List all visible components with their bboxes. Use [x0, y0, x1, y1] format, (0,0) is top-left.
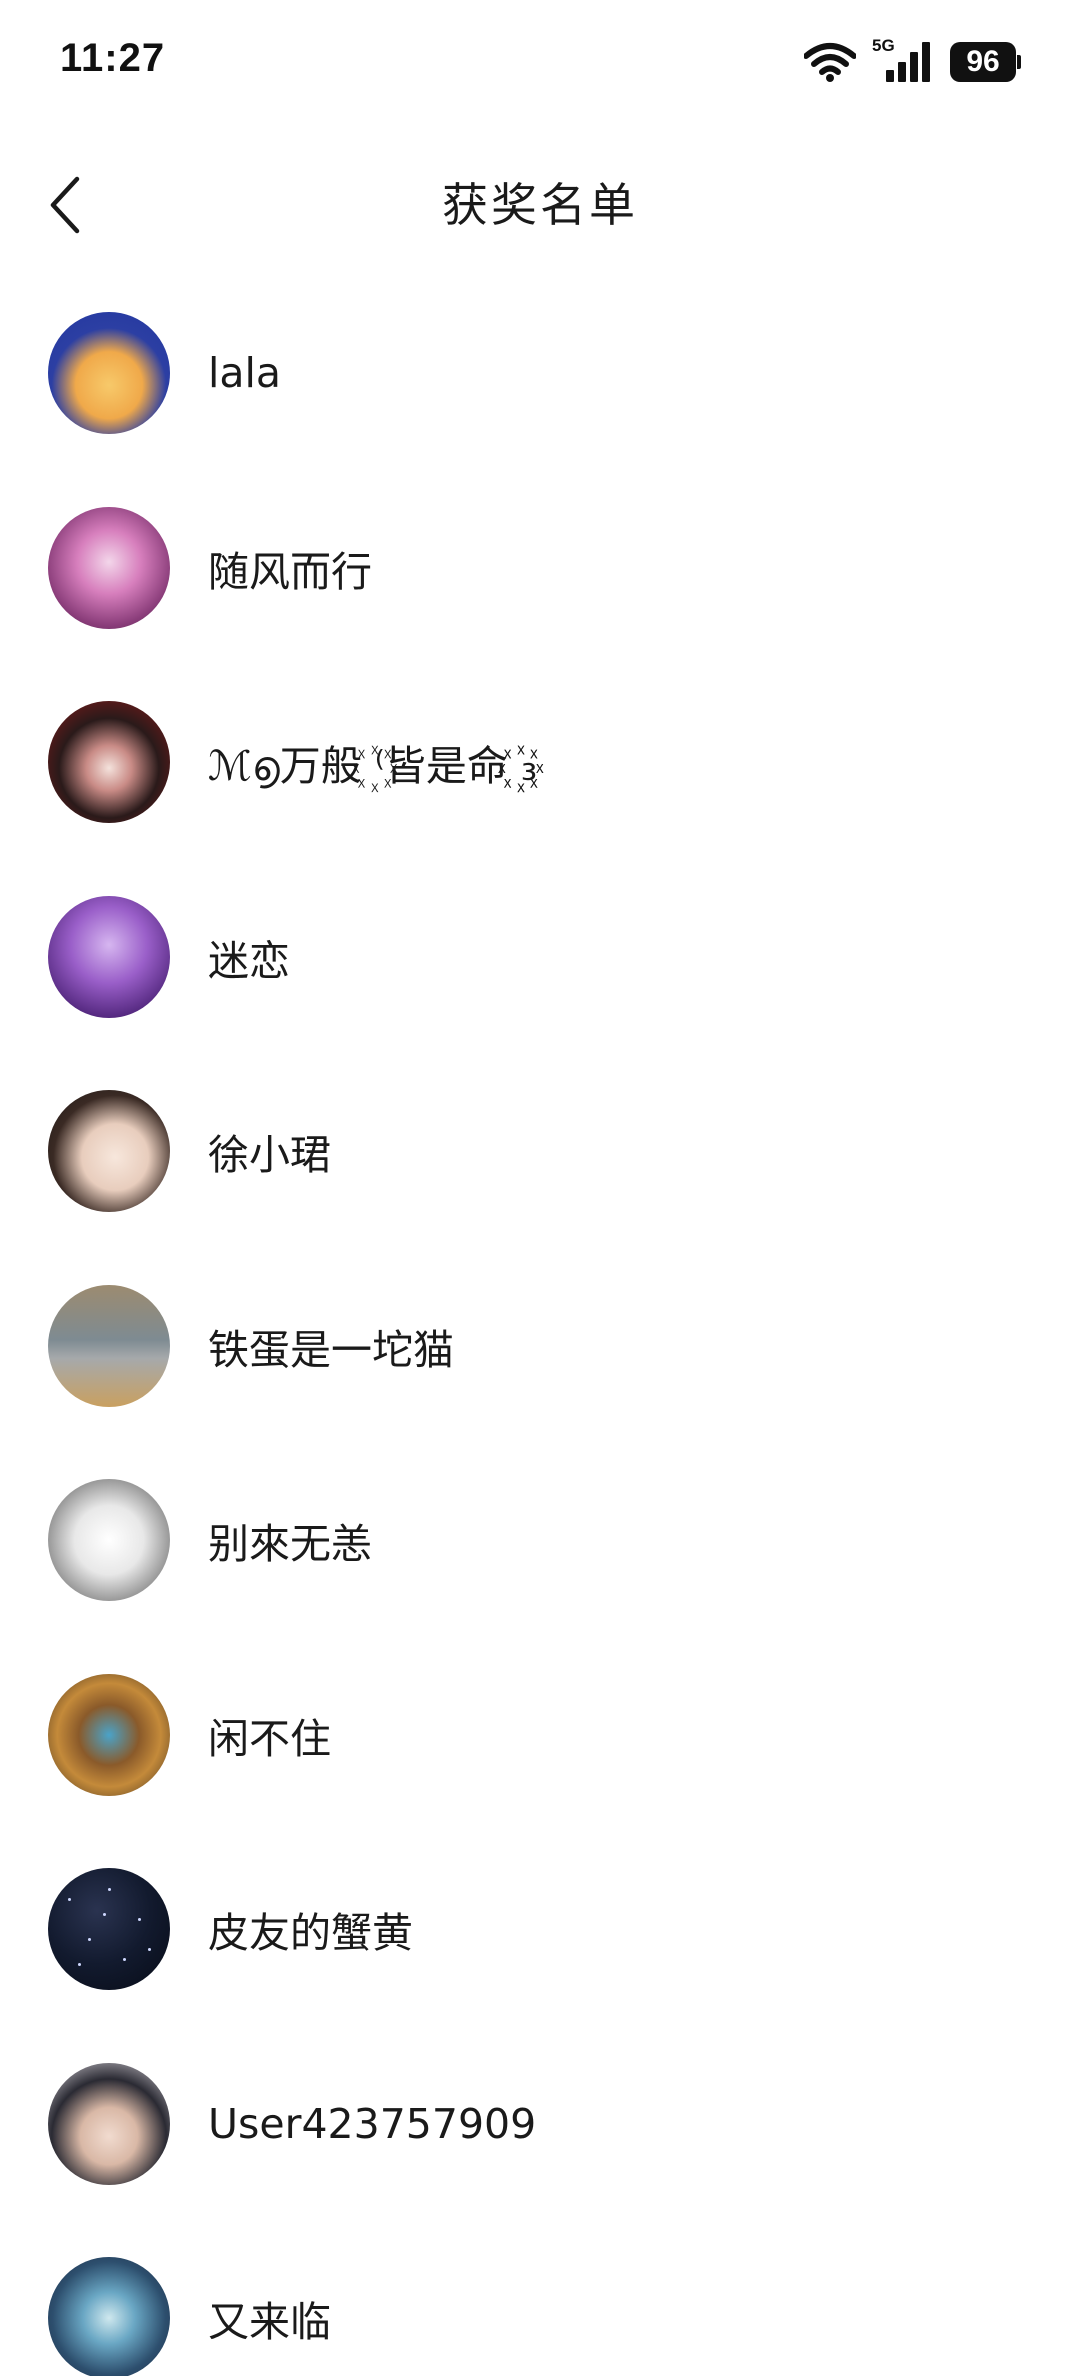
winner-name: ℳ൭万般 ꙰⁽皆是命 ꙰꙰꙰₃ — [208, 741, 538, 790]
winner-list: lala 随风而行 ℳ൭万般 ꙰⁽皆是命 ꙰꙰꙰₃ 迷恋 徐小珺 铁蛋是一坨猫 … — [0, 276, 1080, 2376]
battery-level: 96 — [966, 45, 1000, 78]
status-icons: 5G 96 — [804, 36, 1021, 86]
avatar[interactable] — [48, 1090, 170, 1213]
list-item[interactable]: 铁蛋是一坨猫 — [0, 1249, 1080, 1444]
winner-name: 皮友的蟹黄 — [208, 1909, 413, 1958]
avatar[interactable] — [48, 895, 170, 1018]
winner-name: 又来临 — [208, 2298, 331, 2347]
list-item[interactable]: User423757909 — [0, 2027, 1080, 2222]
winner-name: User423757909 — [208, 2099, 537, 2148]
list-item[interactable]: 随风而行 — [0, 471, 1080, 666]
list-item[interactable]: 皮友的蟹黄 — [0, 1832, 1080, 2027]
list-item[interactable]: ℳ൭万般 ꙰⁽皆是命 ꙰꙰꙰₃ — [0, 665, 1080, 860]
avatar[interactable] — [48, 1284, 170, 1407]
list-item[interactable]: 又来临 — [0, 2221, 1080, 2376]
winner-name: 迷恋 — [208, 936, 290, 985]
list-item[interactable]: lala — [0, 276, 1080, 471]
wifi-icon — [804, 42, 856, 82]
winner-name: 徐小珺 — [208, 1131, 331, 1180]
status-time: 11:27 — [60, 36, 166, 80]
list-item[interactable]: 别來无恙 — [0, 1443, 1080, 1638]
list-item[interactable]: 徐小珺 — [0, 1054, 1080, 1249]
avatar[interactable] — [48, 2062, 170, 2185]
avatar[interactable] — [48, 506, 170, 629]
winner-name: 闲不住 — [208, 1714, 331, 1763]
avatar[interactable] — [48, 1673, 170, 1796]
page-title: 获奖名单 — [442, 178, 638, 232]
status-bar: 11:27 5G 96 — [0, 0, 1080, 120]
nav-bar: 获奖名单 — [0, 140, 1080, 270]
battery-icon: 96 — [950, 42, 1021, 82]
winner-name: 别來无恙 — [208, 1520, 372, 1569]
signal-icon: 5G — [872, 36, 934, 84]
avatar[interactable] — [48, 1479, 170, 1602]
winner-list-screen: 11:27 5G 96 获奖名单 lala 随风而行 ℳ൭万般 ꙰⁽皆是命 ꙰꙰… — [0, 0, 1080, 2376]
avatar[interactable] — [48, 2257, 170, 2376]
avatar[interactable] — [48, 701, 170, 824]
winner-name: lala — [208, 349, 282, 398]
avatar[interactable] — [48, 312, 170, 435]
list-item[interactable]: 迷恋 — [0, 860, 1080, 1055]
avatar[interactable] — [48, 1868, 170, 1991]
winner-name: 铁蛋是一坨猫 — [208, 1325, 454, 1374]
winner-name: 随风而行 — [208, 547, 372, 596]
list-item[interactable]: 闲不住 — [0, 1638, 1080, 1833]
